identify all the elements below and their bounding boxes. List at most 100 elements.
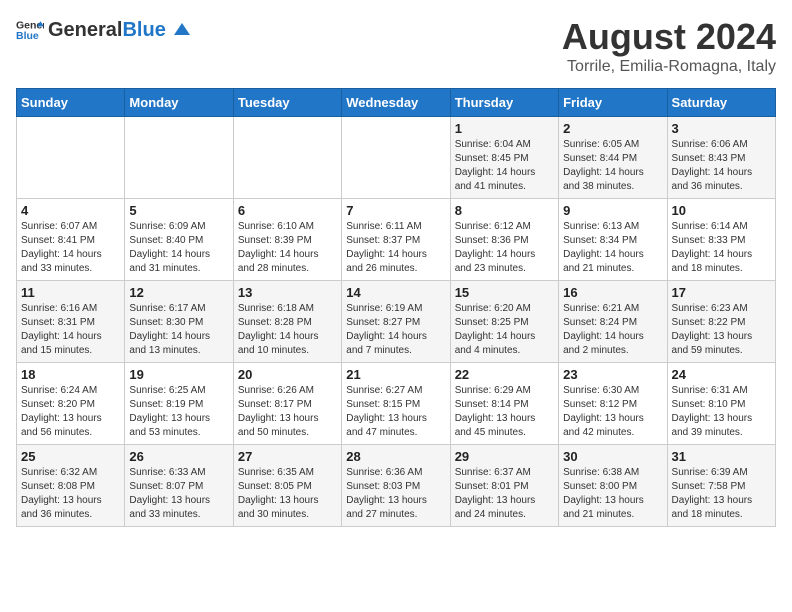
sunrise-18: Sunrise: 6:24 AM	[21, 385, 97, 396]
daylight-13: Daylight: 14 hours and 10 minutes.	[238, 331, 319, 356]
sunset-19: Sunset: 8:19 PM	[129, 399, 203, 410]
day-info-25: Sunrise: 6:32 AMSunset: 8:08 PMDaylight:…	[21, 466, 120, 522]
day-info-11: Sunrise: 6:16 AMSunset: 8:31 PMDaylight:…	[21, 302, 120, 358]
cell-w5-d1: 25Sunrise: 6:32 AMSunset: 8:08 PMDayligh…	[17, 445, 125, 527]
day-number-4: 4	[21, 203, 120, 218]
sunset-9: Sunset: 8:34 PM	[563, 235, 637, 246]
sunrise-12: Sunrise: 6:17 AM	[129, 303, 205, 314]
day-info-10: Sunrise: 6:14 AMSunset: 8:33 PMDaylight:…	[672, 220, 771, 276]
daylight-5: Daylight: 14 hours and 31 minutes.	[129, 249, 210, 274]
daylight-25: Daylight: 13 hours and 36 minutes.	[21, 495, 102, 520]
sunset-10: Sunset: 8:33 PM	[672, 235, 746, 246]
daylight-17: Daylight: 13 hours and 59 minutes.	[672, 331, 753, 356]
cell-w3-d2: 12Sunrise: 6:17 AMSunset: 8:30 PMDayligh…	[125, 281, 233, 363]
sunset-15: Sunset: 8:25 PM	[455, 317, 529, 328]
day-number-12: 12	[129, 285, 228, 300]
day-info-22: Sunrise: 6:29 AMSunset: 8:14 PMDaylight:…	[455, 384, 554, 440]
day-number-5: 5	[129, 203, 228, 218]
sunset-1: Sunset: 8:45 PM	[455, 153, 529, 164]
daylight-14: Daylight: 14 hours and 7 minutes.	[346, 331, 427, 356]
sunrise-8: Sunrise: 6:12 AM	[455, 221, 531, 232]
week-row-5: 25Sunrise: 6:32 AMSunset: 8:08 PMDayligh…	[17, 445, 776, 527]
sunset-17: Sunset: 8:22 PM	[672, 317, 746, 328]
day-number-1: 1	[455, 121, 554, 136]
sunrise-14: Sunrise: 6:19 AM	[346, 303, 422, 314]
daylight-31: Daylight: 13 hours and 18 minutes.	[672, 495, 753, 520]
cell-w2-d2: 5 Sunrise: 6:09 AMSunset: 8:40 PMDaylight…	[125, 199, 233, 281]
day-info-13: Sunrise: 6:18 AMSunset: 8:28 PMDaylight:…	[238, 302, 337, 358]
sunrise-22: Sunrise: 6:29 AM	[455, 385, 531, 396]
sunrise-31: Sunrise: 6:39 AM	[672, 467, 748, 478]
sunset-16: Sunset: 8:24 PM	[563, 317, 637, 328]
sunrise-24: Sunrise: 6:31 AM	[672, 385, 748, 396]
daylight-3: Daylight: 14 hours and 36 minutes.	[672, 167, 753, 192]
col-thursday: Thursday	[450, 89, 558, 117]
cell-w5-d2: 26Sunrise: 6:33 AMSunset: 8:07 PMDayligh…	[125, 445, 233, 527]
cell-w4-d4: 21Sunrise: 6:27 AMSunset: 8:15 PMDayligh…	[342, 363, 450, 445]
sunset-24: Sunset: 8:10 PM	[672, 399, 746, 410]
logo-chevron-icon	[172, 21, 192, 41]
cell-w1-d3	[233, 117, 341, 199]
cell-w1-d1	[17, 117, 125, 199]
day-info-19: Sunrise: 6:25 AMSunset: 8:19 PMDaylight:…	[129, 384, 228, 440]
sunset-6: Sunset: 8:39 PM	[238, 235, 312, 246]
cell-w3-d3: 13Sunrise: 6:18 AMSunset: 8:28 PMDayligh…	[233, 281, 341, 363]
daylight-27: Daylight: 13 hours and 30 minutes.	[238, 495, 319, 520]
daylight-26: Daylight: 13 hours and 33 minutes.	[129, 495, 210, 520]
day-number-15: 15	[455, 285, 554, 300]
day-info-29: Sunrise: 6:37 AMSunset: 8:01 PMDaylight:…	[455, 466, 554, 522]
day-number-14: 14	[346, 285, 445, 300]
sunrise-27: Sunrise: 6:35 AM	[238, 467, 314, 478]
cell-w4-d3: 20Sunrise: 6:26 AMSunset: 8:17 PMDayligh…	[233, 363, 341, 445]
week-row-1: 1 Sunrise: 6:04 AMSunset: 8:45 PMDaylight…	[17, 117, 776, 199]
day-info-14: Sunrise: 6:19 AMSunset: 8:27 PMDaylight:…	[346, 302, 445, 358]
cell-w3-d4: 14 Sunrise: 6:19 AMSunset: 8:27 PMDayligh…	[342, 281, 450, 363]
day-info-31: Sunrise: 6:39 AMSunset: 7:58 PMDaylight:…	[672, 466, 771, 522]
day-number-27: 27	[238, 449, 337, 464]
day-info-15: Sunrise: 6:20 AMSunset: 8:25 PMDaylight:…	[455, 302, 554, 358]
cell-w1-d5: 1 Sunrise: 6:04 AMSunset: 8:45 PMDaylight…	[450, 117, 558, 199]
daylight-10: Daylight: 14 hours and 18 minutes.	[672, 249, 753, 274]
sunrise-29: Sunrise: 6:37 AM	[455, 467, 531, 478]
week-row-2: 4Sunrise: 6:07 AMSunset: 8:41 PMDaylight…	[17, 199, 776, 281]
cell-w1-d2	[125, 117, 233, 199]
title-area: August 2024 Torrile, Emilia-Romagna, Ita…	[562, 16, 776, 76]
daylight-15: Daylight: 14 hours and 4 minutes.	[455, 331, 536, 356]
col-tuesday: Tuesday	[233, 89, 341, 117]
day-info-8: Sunrise: 6:12 AMSunset: 8:36 PMDaylight:…	[455, 220, 554, 276]
day-info-23: Sunrise: 6:30 AMSunset: 8:12 PMDaylight:…	[563, 384, 662, 440]
sunset-3: Sunset: 8:43 PM	[672, 153, 746, 164]
sunrise-7: Sunrise: 6:11 AM	[346, 221, 421, 232]
daylight-19: Daylight: 13 hours and 53 minutes.	[129, 413, 210, 438]
daylight-20: Daylight: 13 hours and 50 minutes.	[238, 413, 319, 438]
sunrise-21: Sunrise: 6:27 AM	[346, 385, 422, 396]
day-number-10: 10	[672, 203, 771, 218]
calendar-table: Sunday Monday Tuesday Wednesday Thursday…	[16, 88, 776, 527]
day-info-18: Sunrise: 6:24 AMSunset: 8:20 PMDaylight:…	[21, 384, 120, 440]
day-info-5: Sunrise: 6:09 AMSunset: 8:40 PMDaylight:…	[129, 220, 228, 276]
daylight-24: Daylight: 13 hours and 39 minutes.	[672, 413, 753, 438]
week-row-3: 11Sunrise: 6:16 AMSunset: 8:31 PMDayligh…	[17, 281, 776, 363]
sunset-28: Sunset: 8:03 PM	[346, 481, 420, 492]
daylight-29: Daylight: 13 hours and 24 minutes.	[455, 495, 536, 520]
day-number-7: 7	[346, 203, 445, 218]
day-info-16: Sunrise: 6:21 AMSunset: 8:24 PMDaylight:…	[563, 302, 662, 358]
daylight-22: Daylight: 13 hours and 45 minutes.	[455, 413, 536, 438]
cell-w5-d4: 28Sunrise: 6:36 AMSunset: 8:03 PMDayligh…	[342, 445, 450, 527]
day-info-2: Sunrise: 6:05 AMSunset: 8:44 PMDaylight:…	[563, 138, 662, 194]
sunrise-5: Sunrise: 6:09 AM	[129, 221, 205, 232]
day-number-9: 9	[563, 203, 662, 218]
cell-w3-d1: 11Sunrise: 6:16 AMSunset: 8:31 PMDayligh…	[17, 281, 125, 363]
day-number-31: 31	[672, 449, 771, 464]
cell-w2-d3: 6Sunrise: 6:10 AMSunset: 8:39 PMDaylight…	[233, 199, 341, 281]
svg-text:Blue: Blue	[16, 30, 39, 42]
day-info-1: Sunrise: 6:04 AMSunset: 8:45 PMDaylight:…	[455, 138, 554, 194]
cell-w1-d7: 3Sunrise: 6:06 AMSunset: 8:43 PMDaylight…	[667, 117, 775, 199]
subtitle: Torrile, Emilia-Romagna, Italy	[562, 58, 776, 76]
day-info-28: Sunrise: 6:36 AMSunset: 8:03 PMDaylight:…	[346, 466, 445, 522]
sunset-4: Sunset: 8:41 PM	[21, 235, 95, 246]
cell-w4-d7: 24Sunrise: 6:31 AMSunset: 8:10 PMDayligh…	[667, 363, 775, 445]
daylight-7: Daylight: 14 hours and 26 minutes.	[346, 249, 427, 274]
logo-text: GeneralBlue	[48, 19, 192, 42]
sunrise-28: Sunrise: 6:36 AM	[346, 467, 422, 478]
